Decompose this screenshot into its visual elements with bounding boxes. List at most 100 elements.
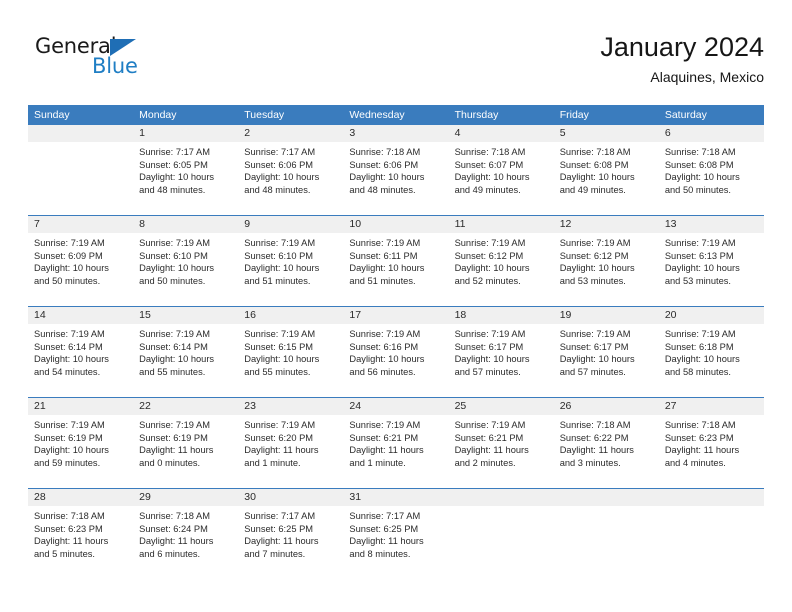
daylight-text-line1: Daylight: 10 hours xyxy=(454,263,530,274)
day-cell[interactable]: 26 Sunrise: 7:18 AM Sunset: 6:22 PM Dayligh… xyxy=(553,398,659,488)
day-cell[interactable]: 8 Sunrise: 7:19 AM Sunset: 6:10 PM Daylight… xyxy=(133,216,239,306)
day-cell[interactable]: 13 Sunrise: 7:19 AM Sunset: 6:13 PM Dayligh… xyxy=(658,216,764,306)
sunset-text: Sunset: 6:17 PM xyxy=(559,341,629,352)
day-cell[interactable]: 12 Sunrise: 7:19 AM Sunset: 6:12 PM Dayligh… xyxy=(553,216,659,306)
sunset-text: Sunset: 6:21 PM xyxy=(454,432,524,443)
day-cell[interactable]: 17 Sunrise: 7:19 AM Sunset: 6:16 PM Dayligh… xyxy=(343,307,449,397)
day-number: 3 xyxy=(349,127,356,139)
day-cell[interactable]: 3 Sunrise: 7:18 AM Sunset: 6:06 PM Daylight… xyxy=(343,125,449,215)
sunset-text: Sunset: 6:19 PM xyxy=(139,432,208,443)
sunrise-text: Sunrise: 7:19 AM xyxy=(244,420,316,430)
day-sun-info: Sunrise: 7:19 AM Sunset: 6:19 PM Daylight:… xyxy=(133,415,238,469)
day-cell[interactable]: 6 Sunrise: 7:18 AM Sunset: 6:08 PM Daylight… xyxy=(658,125,764,215)
daylight-text-line1: Daylight: 10 hours xyxy=(349,354,425,365)
day-sun-info: Sunrise: 7:19 AM Sunset: 6:13 PM Daylight:… xyxy=(659,233,764,287)
day-number-band: 21 xyxy=(28,398,134,415)
day-number-band: 15 xyxy=(133,307,239,324)
day-number-band: 3 xyxy=(343,125,449,142)
sunrise-text: Sunrise: 7:18 AM xyxy=(664,420,736,430)
daylight-text-line2: and 57 minutes. xyxy=(559,366,626,377)
sunset-text: Sunset: 6:19 PM xyxy=(34,432,103,443)
day-cell[interactable]: 28 Sunrise: 7:18 AM Sunset: 6:23 PM Dayligh… xyxy=(28,489,134,579)
day-sun-info: Sunrise: 7:18 AM Sunset: 6:08 PM Daylight:… xyxy=(659,142,764,196)
day-cell[interactable]: 18 Sunrise: 7:19 AM Sunset: 6:17 PM Dayligh… xyxy=(448,307,554,397)
sunrise-text: Sunrise: 7:19 AM xyxy=(139,238,210,248)
day-cell[interactable]: 31 Sunrise: 7:17 AM Sunset: 6:25 PM Dayligh… xyxy=(343,489,449,579)
daylight-text-line1: Daylight: 11 hours xyxy=(349,536,424,547)
sunset-text: Sunset: 6:21 PM xyxy=(349,432,419,443)
day-cell[interactable]: 23 Sunrise: 7:19 AM Sunset: 6:20 PM Dayligh… xyxy=(238,398,344,488)
daylight-text-line1: Daylight: 10 hours xyxy=(559,172,635,183)
day-number: 2 xyxy=(244,127,251,139)
day-cell[interactable]: 7 Sunrise: 7:19 AM Sunset: 6:09 PM Daylight… xyxy=(28,216,134,306)
sunrise-text: Sunrise: 7:19 AM xyxy=(349,420,421,430)
general-blue-logo: General Blue xyxy=(35,34,235,90)
day-number-band: 17 xyxy=(343,307,449,324)
sunrise-text: Sunrise: 7:19 AM xyxy=(454,420,526,430)
logo-text-blue: Blue xyxy=(92,54,138,78)
day-number-band: 10 xyxy=(343,216,449,233)
day-cell[interactable]: 20 Sunrise: 7:19 AM Sunset: 6:18 PM Dayligh… xyxy=(658,307,764,397)
day-cell[interactable]: 2 Sunrise: 7:17 AM Sunset: 6:06 PM Daylight… xyxy=(238,125,344,215)
sunset-text: Sunset: 6:07 PM xyxy=(454,159,524,170)
sunrise-text: Sunrise: 7:17 AM xyxy=(139,147,210,157)
sunrise-text: Sunrise: 7:19 AM xyxy=(664,329,736,339)
calendar-week-row: 28 Sunrise: 7:18 AM Sunset: 6:23 PM Dayligh… xyxy=(28,488,764,579)
day-cell[interactable]: 4 Sunrise: 7:18 AM Sunset: 6:07 PM Daylight… xyxy=(448,125,554,215)
day-number-band: 8 xyxy=(133,216,239,233)
day-cell[interactable]: 14 Sunrise: 7:19 AM Sunset: 6:14 PM Dayligh… xyxy=(28,307,134,397)
weekday-header-saturday: Saturday xyxy=(664,109,707,121)
day-sun-info: Sunrise: 7:19 AM Sunset: 6:12 PM Daylight:… xyxy=(449,233,554,287)
sunrise-text: Sunrise: 7:19 AM xyxy=(34,238,105,248)
sunset-text: Sunset: 6:23 PM xyxy=(664,432,734,443)
sunset-text: Sunset: 6:18 PM xyxy=(664,341,734,352)
daylight-text-line1: Daylight: 10 hours xyxy=(349,172,425,183)
day-sun-info: Sunrise: 7:19 AM Sunset: 6:14 PM Daylight:… xyxy=(133,324,238,378)
day-number-band: 4 xyxy=(448,125,554,142)
day-cell[interactable]: 24 Sunrise: 7:19 AM Sunset: 6:21 PM Dayligh… xyxy=(343,398,449,488)
day-cell[interactable]: 11 Sunrise: 7:19 AM Sunset: 6:12 PM Dayligh… xyxy=(448,216,554,306)
day-cell-empty xyxy=(658,489,764,579)
day-cell[interactable]: 5 Sunrise: 7:18 AM Sunset: 6:08 PM Daylight… xyxy=(553,125,659,215)
day-cell[interactable]: 27 Sunrise: 7:18 AM Sunset: 6:23 PM Dayligh… xyxy=(658,398,764,488)
sunset-text: Sunset: 6:10 PM xyxy=(139,250,208,261)
daylight-text-line1: Daylight: 10 hours xyxy=(34,354,109,365)
day-sun-info: Sunrise: 7:19 AM Sunset: 6:21 PM Daylight:… xyxy=(449,415,554,469)
day-cell[interactable]: 21 Sunrise: 7:19 AM Sunset: 6:19 PM Dayligh… xyxy=(28,398,134,488)
calendar-week-row: 14 Sunrise: 7:19 AM Sunset: 6:14 PM Dayligh… xyxy=(28,306,764,397)
day-number-band: 25 xyxy=(448,398,554,415)
day-cell[interactable]: 22 Sunrise: 7:19 AM Sunset: 6:19 PM Dayligh… xyxy=(133,398,239,488)
daylight-text-line1: Daylight: 11 hours xyxy=(139,445,214,456)
day-number: 14 xyxy=(34,309,46,321)
sunrise-text: Sunrise: 7:19 AM xyxy=(454,329,526,339)
day-number: 29 xyxy=(139,491,151,503)
day-number: 7 xyxy=(34,218,40,230)
day-number: 5 xyxy=(559,127,566,139)
day-number: 4 xyxy=(454,127,461,139)
day-sun-info: Sunrise: 7:19 AM Sunset: 6:19 PM Daylight:… xyxy=(28,415,133,469)
day-cell-empty xyxy=(553,489,659,579)
day-sun-info: Sunrise: 7:18 AM Sunset: 6:07 PM Daylight:… xyxy=(449,142,554,196)
day-number: 21 xyxy=(34,400,46,412)
day-sun-info: Sunrise: 7:19 AM Sunset: 6:11 PM Daylight:… xyxy=(343,233,448,287)
daylight-text-line2: and 49 minutes. xyxy=(559,184,626,195)
day-cell[interactable]: 19 Sunrise: 7:19 AM Sunset: 6:17 PM Dayligh… xyxy=(553,307,659,397)
day-number-band xyxy=(28,125,134,142)
day-cell[interactable]: 30 Sunrise: 7:17 AM Sunset: 6:25 PM Dayligh… xyxy=(238,489,344,579)
daylight-text-line2: and 48 minutes. xyxy=(244,184,311,195)
day-cell[interactable]: 10 Sunrise: 7:19 AM Sunset: 6:11 PM Dayligh… xyxy=(343,216,449,306)
calendar-week-row: 7 Sunrise: 7:19 AM Sunset: 6:09 PM Daylight… xyxy=(28,215,764,306)
day-cell[interactable]: 9 Sunrise: 7:19 AM Sunset: 6:10 PM Daylight… xyxy=(238,216,344,306)
daylight-text-line2: and 55 minutes. xyxy=(244,366,311,377)
day-cell[interactable]: 16 Sunrise: 7:19 AM Sunset: 6:15 PM Dayligh… xyxy=(238,307,344,397)
daylight-text-line2: and 2 minutes. xyxy=(454,457,516,468)
sunrise-text: Sunrise: 7:18 AM xyxy=(664,147,736,157)
day-cell[interactable]: 1 Sunrise: 7:17 AM Sunset: 6:05 PM Daylight… xyxy=(133,125,239,215)
sunrise-text: Sunrise: 7:19 AM xyxy=(34,329,105,339)
day-number: 15 xyxy=(139,309,151,321)
day-cell[interactable]: 25 Sunrise: 7:19 AM Sunset: 6:21 PM Dayligh… xyxy=(448,398,554,488)
day-cell[interactable]: 29 Sunrise: 7:18 AM Sunset: 6:24 PM Dayligh… xyxy=(133,489,239,579)
day-sun-info: Sunrise: 7:17 AM Sunset: 6:25 PM Daylight:… xyxy=(343,506,448,560)
day-number-band: 6 xyxy=(658,125,764,142)
day-cell[interactable]: 15 Sunrise: 7:19 AM Sunset: 6:14 PM Dayligh… xyxy=(133,307,239,397)
